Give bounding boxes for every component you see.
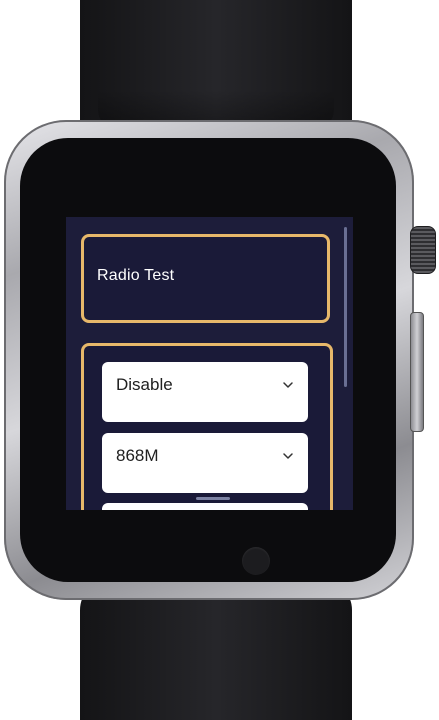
frequency-dropdown-value: 868M <box>116 446 159 465</box>
page-title: Radio Test <box>97 267 175 284</box>
home-sensor <box>242 547 270 575</box>
mode-dropdown-value: Disable <box>116 375 173 394</box>
chevron-down-icon <box>283 382 293 388</box>
third-dropdown[interactable] <box>102 503 308 510</box>
scroll-indicator <box>196 497 230 500</box>
digital-crown[interactable] <box>410 226 436 274</box>
watch-screen[interactable]: Radio Test Disable 868M <box>66 217 353 510</box>
chevron-down-icon <box>283 453 293 459</box>
settings-card: Disable 868M <box>81 343 333 510</box>
title-card: Radio Test <box>81 234 330 323</box>
side-button[interactable] <box>410 312 424 432</box>
watch-strap-bottom <box>80 580 352 720</box>
mode-dropdown[interactable]: Disable <box>102 362 308 422</box>
vertical-scrollbar[interactable] <box>344 227 347 387</box>
frequency-dropdown[interactable]: 868M <box>102 433 308 493</box>
